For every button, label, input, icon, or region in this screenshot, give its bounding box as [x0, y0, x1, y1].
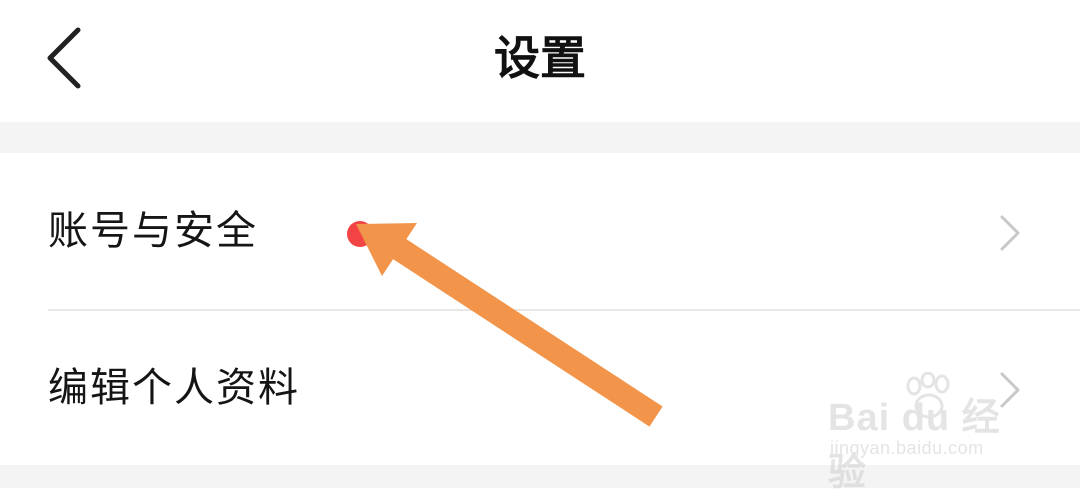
settings-item-label: 编辑个人资料 — [48, 365, 300, 411]
settings-item-account-security[interactable]: 账号与安全 — [0, 153, 1080, 311]
chevron-right-icon — [1000, 215, 1020, 251]
settings-item-label: 账号与安全 — [48, 208, 258, 254]
watermark-url: jingyan.baidu.com — [830, 438, 984, 458]
paw-icon — [906, 372, 950, 419]
baidu-watermark: Bai du 经验 jingyan.baidu.com — [828, 372, 1028, 494]
section-gap — [0, 122, 1080, 153]
notification-dot — [347, 221, 373, 247]
header-bar: 设置 — [0, 0, 1080, 122]
page-title: 设置 — [494, 31, 586, 85]
